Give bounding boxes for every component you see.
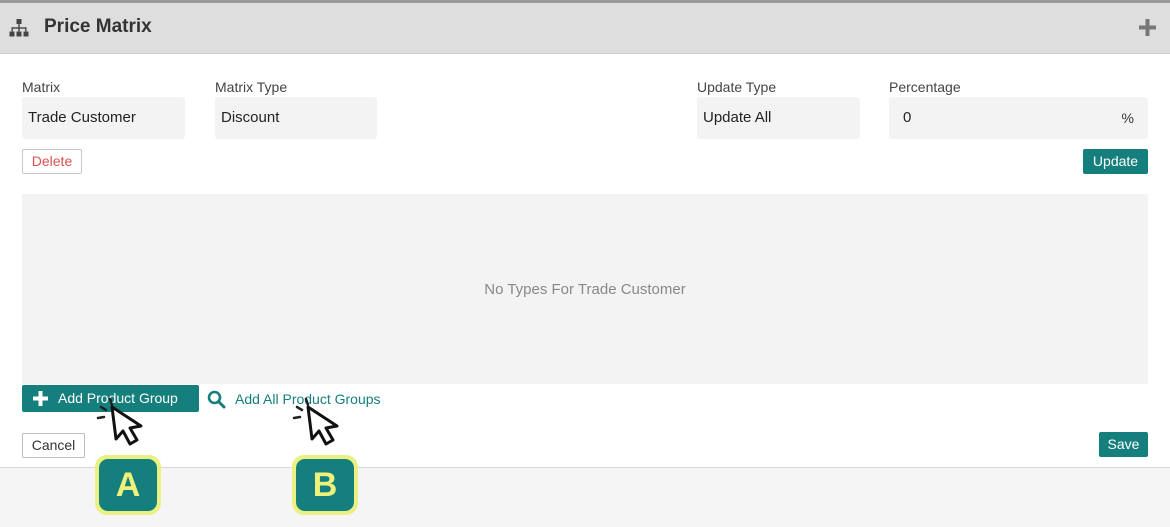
marker-b-label: B — [296, 459, 354, 511]
percentage-label: Percentage — [889, 79, 961, 95]
percentage-value: 0 — [903, 109, 912, 126]
percentage-field[interactable]: 0 % — [889, 97, 1148, 139]
marker-a-label: A — [99, 459, 157, 511]
update-type-label: Update Type — [697, 79, 777, 95]
update-type-field[interactable]: Update All — [697, 97, 860, 139]
cursor-pointer-icon — [96, 397, 143, 446]
matrix-field[interactable]: Trade Customer — [22, 97, 185, 139]
hierarchy-icon — [9, 19, 29, 37]
cursor-pointer-icon — [292, 397, 339, 446]
search-icon — [207, 390, 226, 409]
matrix-type-label: Matrix Type — [215, 79, 288, 95]
price-matrix-panel: Price Matrix Matrix Trade Customer Matri… — [0, 0, 1170, 468]
percentage-suffix: % — [1121, 110, 1134, 126]
cancel-button[interactable]: Cancel — [22, 433, 85, 458]
update-button[interactable]: Update — [1083, 149, 1148, 174]
page-title: Price Matrix — [44, 16, 152, 37]
empty-state-text: No Types For Trade Customer — [484, 281, 686, 298]
save-button[interactable]: Save — [1099, 432, 1148, 457]
matrix-type-field[interactable]: Discount — [215, 97, 377, 139]
add-icon[interactable] — [1139, 19, 1156, 36]
product-types-list: No Types For Trade Customer — [22, 194, 1148, 384]
marker-a: A — [95, 455, 161, 515]
delete-button[interactable]: Delete — [22, 149, 82, 174]
plus-icon — [33, 391, 48, 406]
marker-b: B — [292, 455, 358, 515]
matrix-label: Matrix — [22, 79, 61, 95]
panel-header: Price Matrix — [0, 3, 1170, 54]
